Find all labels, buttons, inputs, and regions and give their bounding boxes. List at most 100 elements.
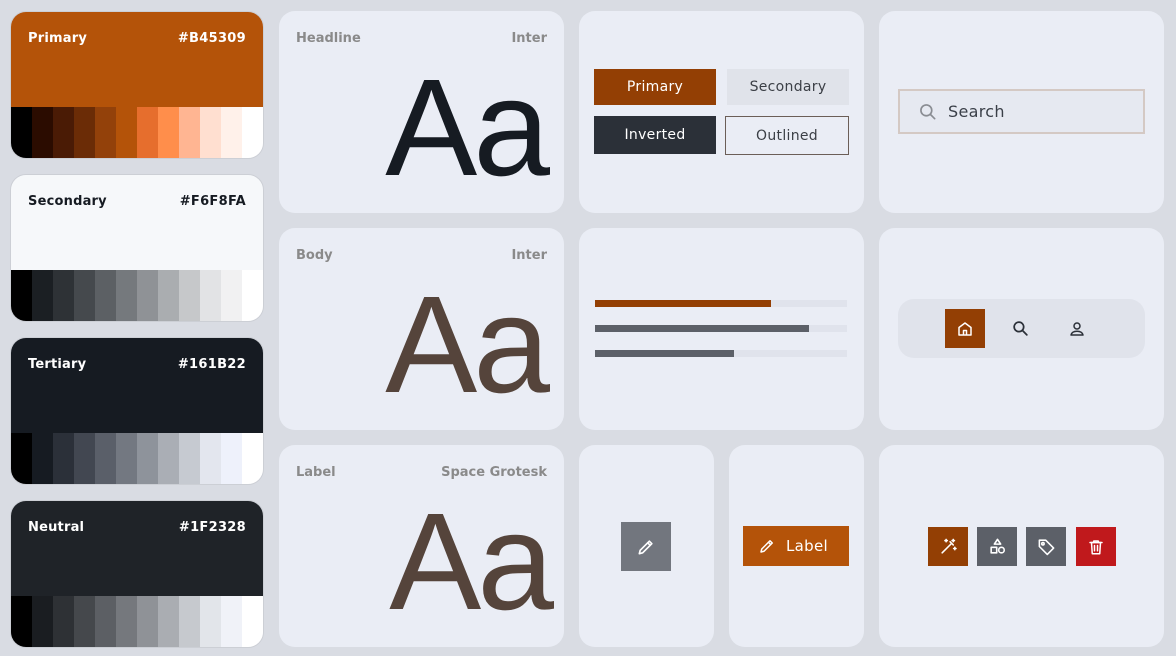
shade-swatch-0 (11, 596, 32, 647)
type-role-label: Label (296, 465, 336, 480)
swatch-head-secondary: Secondary #F6F8FA (11, 175, 263, 270)
shade-swatch-10 (221, 433, 242, 484)
type-role-label: Headline (296, 31, 361, 46)
nav-item-profile[interactable] (1057, 309, 1097, 348)
shapes-icon (989, 538, 1005, 554)
pencil-icon (638, 539, 653, 554)
shade-swatch-5 (116, 433, 137, 484)
progress-track (595, 300, 847, 307)
label-button[interactable]: Label (743, 526, 849, 566)
progress-fill (595, 350, 734, 357)
shade-swatch-8 (179, 433, 200, 484)
shade-swatch-8 (179, 107, 200, 158)
typography-card-headline: Headline Inter Aa (279, 11, 564, 213)
type-sample: Aa (389, 485, 554, 639)
progress-track (595, 350, 847, 357)
shapes-button[interactable] (977, 527, 1017, 566)
shade-swatch-10 (221, 270, 242, 321)
nav-item-home[interactable] (945, 309, 985, 348)
shade-swatch-1 (32, 270, 53, 321)
swatch-hex: #F6F8FA (179, 194, 246, 209)
tag-button[interactable] (1026, 527, 1066, 566)
type-sample: Aa (385, 51, 550, 205)
type-role-label: Body (296, 248, 333, 263)
nav-item-search[interactable] (1000, 309, 1040, 348)
shade-swatch-8 (179, 596, 200, 647)
search-placeholder: Search (948, 102, 1005, 121)
inverted-button[interactable]: Inverted (594, 116, 716, 154)
secondary-button[interactable]: Secondary (727, 69, 849, 105)
shade-swatch-4 (95, 596, 116, 647)
progress-fill (595, 300, 772, 307)
shade-swatch-6 (137, 596, 158, 647)
delete-button[interactable] (1076, 527, 1116, 566)
shade-swatch-6 (137, 107, 158, 158)
bottom-navigation (898, 299, 1145, 358)
shade-strip (11, 107, 263, 158)
shade-swatch-7 (158, 270, 179, 321)
shade-swatch-5 (116, 270, 137, 321)
shade-swatch-2 (53, 433, 74, 484)
swatch-hex: #161B22 (177, 357, 246, 372)
type-sample: Aa (385, 268, 550, 422)
pencil-icon (760, 540, 773, 553)
magic-wand-icon (940, 538, 957, 554)
shade-swatch-2 (53, 270, 74, 321)
shade-swatch-9 (200, 433, 221, 484)
shade-swatch-11 (242, 107, 263, 158)
swatch-name: Primary (28, 31, 87, 46)
trash-icon (1089, 539, 1103, 554)
swatch-head-tertiary: Tertiary #161B22 (11, 338, 263, 433)
shade-swatch-5 (116, 596, 137, 647)
typography-card-body: Body Inter Aa (279, 228, 564, 430)
shade-swatch-10 (221, 107, 242, 158)
magic-button[interactable] (928, 527, 968, 566)
search-card: Search (879, 11, 1164, 213)
home-icon (958, 321, 972, 336)
shade-swatch-2 (53, 596, 74, 647)
shade-swatch-9 (200, 270, 221, 321)
shade-swatch-11 (242, 270, 263, 321)
palette-card-primary: Primary #B45309 (10, 11, 264, 159)
shade-swatch-3 (74, 270, 95, 321)
type-font-name: Inter (511, 31, 547, 46)
swatch-head-primary: Primary #B45309 (11, 12, 263, 107)
shade-swatch-3 (74, 433, 95, 484)
swatch-name: Neutral (28, 520, 85, 535)
tag-icon (1038, 539, 1054, 556)
progress-card (579, 228, 864, 430)
palette-card-tertiary: Tertiary #161B22 (10, 337, 264, 485)
swatch-hex: #1F2328 (178, 520, 246, 535)
shade-strip (11, 433, 263, 484)
person-icon (1070, 321, 1084, 336)
shade-swatch-0 (11, 107, 32, 158)
progress-track (595, 325, 847, 332)
shade-swatch-9 (200, 596, 221, 647)
search-field[interactable]: Search (898, 89, 1145, 134)
typography-card-label: Label Space Grotesk Aa (279, 445, 564, 647)
shade-strip (11, 270, 263, 321)
search-icon (1012, 321, 1028, 336)
type-font-name: Space Grotesk (441, 465, 547, 480)
primary-button[interactable]: Primary (594, 69, 716, 105)
shade-swatch-1 (32, 433, 53, 484)
shade-swatch-0 (11, 270, 32, 321)
shade-swatch-7 (158, 433, 179, 484)
shade-swatch-0 (11, 433, 32, 484)
icon-button-card (579, 445, 714, 647)
outlined-button[interactable]: Outlined (725, 116, 849, 155)
shade-swatch-10 (221, 596, 242, 647)
shade-swatch-11 (242, 596, 263, 647)
swatch-hex: #B45309 (177, 31, 246, 46)
shade-swatch-6 (137, 270, 158, 321)
type-font-name: Inter (511, 248, 547, 263)
shade-swatch-9 (200, 107, 221, 158)
shade-swatch-3 (74, 107, 95, 158)
shade-swatch-4 (95, 270, 116, 321)
shade-strip (11, 596, 263, 647)
shade-swatch-2 (53, 107, 74, 158)
shade-swatch-8 (179, 270, 200, 321)
edit-button[interactable] (621, 522, 671, 571)
shade-swatch-4 (95, 107, 116, 158)
shade-swatch-6 (137, 433, 158, 484)
